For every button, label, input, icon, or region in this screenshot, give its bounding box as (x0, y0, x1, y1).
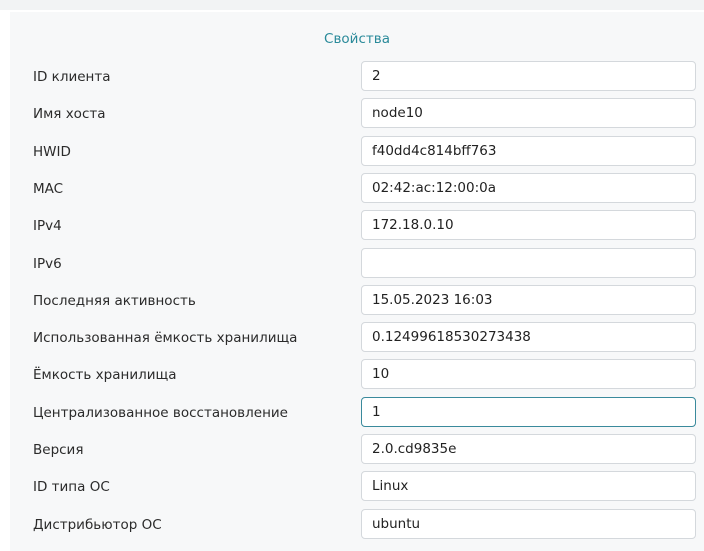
property-row: Версия (10, 434, 704, 466)
property-label: IPv4 (33, 218, 62, 234)
property-row: Дистрибьютор ОС (10, 509, 704, 541)
property-label: ID клиента (33, 69, 111, 85)
property-value-field[interactable] (361, 322, 696, 352)
property-value-field[interactable] (361, 434, 696, 464)
property-label: Последняя активность (33, 293, 196, 309)
property-label: Дистрибьютор ОС (33, 517, 162, 533)
property-label: ID типа ОС (33, 479, 110, 495)
property-label: HWID (33, 144, 71, 160)
property-row: IPv4 (10, 210, 704, 242)
property-label: MAC (33, 181, 64, 197)
property-value-field[interactable] (361, 509, 696, 539)
property-value-field[interactable] (361, 210, 696, 240)
property-label: Версия (33, 442, 84, 458)
property-value-field[interactable] (361, 359, 696, 389)
property-row: Использованная ёмкость хранилища (10, 322, 704, 354)
property-row: Ёмкость хранилища (10, 359, 704, 391)
property-row: Централизованное восстановление (10, 397, 704, 429)
properties-panel: Свойства ID клиента Имя хоста HWID MAC IPv4 I… (10, 12, 704, 551)
property-label: IPv6 (33, 256, 62, 272)
property-label: Ёмкость хранилища (33, 367, 177, 383)
property-row: ID клиента (10, 61, 704, 93)
property-label: Имя хоста (33, 106, 106, 122)
property-row: ID типа ОС (10, 471, 704, 503)
property-value-field[interactable] (361, 285, 696, 315)
property-row: Имя хоста (10, 98, 704, 130)
property-value-field[interactable] (361, 98, 696, 128)
property-label: Централизованное восстановление (33, 405, 288, 421)
property-row: Последняя активность (10, 285, 704, 317)
property-value-field[interactable] (361, 397, 696, 427)
property-value-field[interactable] (361, 471, 696, 501)
property-row: HWID (10, 136, 704, 168)
property-row: MAC (10, 173, 704, 205)
property-label: Использованная ёмкость хранилища (33, 330, 298, 346)
top-band (0, 0, 704, 10)
page: Свойства ID клиента Имя хоста HWID MAC IPv4 I… (0, 0, 704, 551)
property-row: IPv6 (10, 248, 704, 280)
property-value-field[interactable] (361, 61, 696, 91)
property-value-field[interactable] (361, 248, 696, 278)
panel-title: Свойства (324, 31, 390, 47)
property-value-field[interactable] (361, 173, 696, 203)
property-value-field[interactable] (361, 136, 696, 166)
